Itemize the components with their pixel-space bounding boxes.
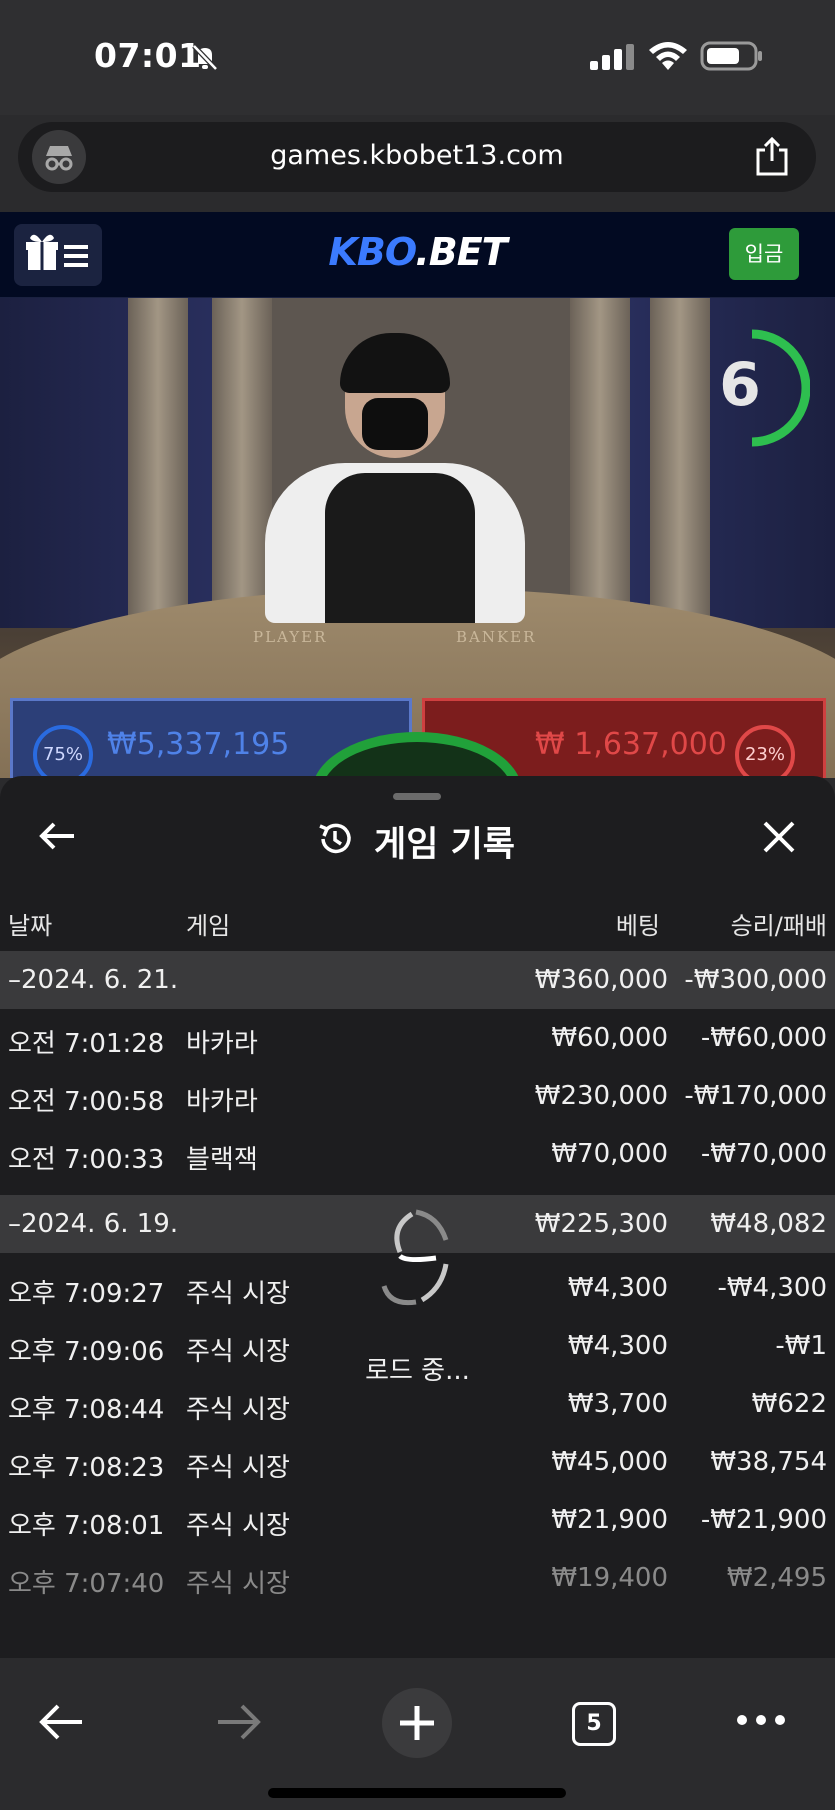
day-date: –2024. 6. 19. [8, 1209, 179, 1239]
row-game: 주식 시장 [186, 1453, 290, 1483]
logo-bet: .BET [415, 230, 507, 274]
day-result-total: ₩48,082 [710, 1209, 827, 1239]
row-time: 오후 7:09:27 [8, 1279, 165, 1309]
history-row[interactable]: 오전 7:01:28 바카라 ₩60,000 -₩60,000 [0, 1009, 835, 1067]
row-result: ₩2,495 [726, 1563, 827, 1593]
logo-kbo: KBO [328, 230, 416, 274]
row-game: 바카라 [186, 1087, 258, 1117]
pillar [128, 298, 188, 618]
cellular-signal-icon [590, 44, 634, 70]
row-result: -₩60,000 [700, 1023, 827, 1053]
row-game: 블랙잭 [186, 1145, 258, 1175]
row-result: -₩70,000 [700, 1139, 827, 1169]
row-game: 주식 시장 [186, 1279, 290, 1309]
history-icon [319, 823, 351, 854]
home-indicator [268, 1788, 566, 1798]
row-bet: ₩60,000 [551, 1023, 668, 1053]
plus-icon [400, 1706, 434, 1740]
new-tab-button[interactable] [382, 1688, 452, 1758]
row-bet: ₩3,700 [567, 1389, 668, 1419]
back-arrow-icon[interactable] [38, 816, 78, 856]
tab-switcher-button[interactable]: 5 [572, 1702, 616, 1746]
column-header-bet: 베팅 [615, 912, 660, 940]
row-bet: ₩21,900 [551, 1505, 668, 1535]
history-row[interactable]: 오전 7:00:58 바카라 ₩230,000 -₩170,000 [0, 1067, 835, 1125]
banker-amount: ₩ 1,637,000 [535, 727, 727, 762]
day-bet-total: ₩225,300 [534, 1209, 668, 1239]
row-game: 바카라 [186, 1029, 258, 1059]
deposit-button[interactable]: 입금 [729, 228, 799, 280]
row-time: 오후 7:08:44 [8, 1395, 165, 1425]
day-summary-row[interactable]: –2024. 6. 21. ₩360,000 -₩300,000 [0, 951, 835, 1009]
browser-forward-icon[interactable] [216, 1702, 262, 1742]
row-game: 주식 시장 [186, 1511, 290, 1541]
panel-title: 게임 기록 [374, 825, 515, 865]
row-bet: ₩70,000 [551, 1139, 668, 1169]
history-row[interactable]: 오전 7:00:33 블랙잭 ₩70,000 -₩70,000 [0, 1125, 835, 1183]
loading-text: 로드 중... [365, 1356, 470, 1386]
row-result: ₩38,754 [710, 1447, 827, 1477]
loading-spinner-icon [381, 1209, 449, 1306]
row-time: 오후 7:07:40 [8, 1569, 165, 1599]
address-bar[interactable]: games.kbobet13.com [18, 122, 816, 192]
row-result: -₩21,900 [700, 1505, 827, 1535]
day-date: –2024. 6. 21. [8, 965, 179, 995]
browser-toolbar: 5 [0, 1658, 835, 1810]
row-time: 오전 7:00:33 [8, 1145, 165, 1175]
table-label-banker: BANKER [456, 628, 537, 646]
history-row[interactable]: 오후 7:08:01 주식 시장 ₩21,900 -₩21,900 [0, 1491, 835, 1549]
wall-left [0, 298, 240, 628]
browser-back-icon[interactable] [38, 1702, 84, 1742]
brand-logo[interactable]: KBO.BET [0, 230, 835, 274]
row-time: 오전 7:00:58 [8, 1087, 165, 1117]
row-game: 주식 시장 [186, 1569, 290, 1599]
site-header: KBO.BET 입금 [0, 212, 835, 298]
share-icon[interactable] [754, 136, 790, 176]
table-label-player: PLAYER [253, 628, 328, 646]
row-time: 오전 7:01:28 [8, 1029, 165, 1059]
day-bet-total: ₩360,000 [534, 965, 668, 995]
row-time: 오후 7:08:01 [8, 1511, 165, 1541]
close-icon[interactable] [760, 818, 798, 856]
row-time: 오후 7:08:23 [8, 1453, 165, 1483]
pillar [570, 298, 630, 618]
day-result-total: -₩300,000 [684, 965, 827, 995]
history-row[interactable]: 오후 7:07:40 주식 시장 ₩19,400 ₩2,495 [0, 1549, 835, 1607]
row-bet: ₩19,400 [551, 1563, 668, 1593]
row-result: -₩170,000 [684, 1081, 827, 1111]
countdown-timer: 6 [719, 350, 761, 420]
drag-handle[interactable] [393, 793, 441, 800]
more-options-icon[interactable] [736, 1710, 786, 1730]
status-bar: 07:01 [0, 0, 835, 115]
row-game: 주식 시장 [186, 1395, 290, 1425]
row-bet: ₩45,000 [551, 1447, 668, 1477]
dealer-mask [362, 398, 428, 450]
column-header-result: 승리/패배 [730, 912, 827, 940]
row-bet: ₩230,000 [534, 1081, 668, 1111]
row-bet: ₩4,300 [567, 1273, 668, 1303]
status-time: 07:01 [94, 36, 202, 75]
battery-icon [700, 41, 762, 71]
column-header-date: 날짜 [8, 912, 53, 940]
bell-slash-icon [192, 44, 218, 71]
player-amount: ₩5,337,195 [107, 727, 290, 762]
column-header-game: 게임 [186, 912, 231, 940]
dealer-vest [325, 473, 475, 623]
url-text[interactable]: games.kbobet13.com [18, 140, 816, 171]
pillar [212, 298, 272, 618]
history-row[interactable]: 오후 7:08:23 주식 시장 ₩45,000 ₩38,754 [0, 1433, 835, 1491]
wifi-icon [649, 42, 687, 70]
row-result: -₩4,300 [717, 1273, 827, 1303]
row-result: ₩622 [751, 1389, 827, 1419]
